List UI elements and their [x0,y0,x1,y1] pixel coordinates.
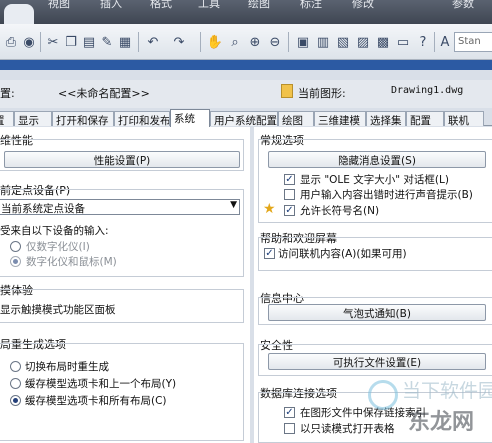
open-tables-readonly-checkbox[interactable] [284,423,295,434]
digitizer-only-label: 仅数字化仪(I) [26,241,90,253]
watermark-logo-icon [368,380,398,410]
standard-toolbar: ⎙ ◉ ✂ ❐ ▤ ✎ ▦ ↶ ↷ ✋ ⌕ ⊕ ⊖ ▣ ▥ ▧ ▨ ▩ ▭ ? … [0,24,492,60]
current-drawing-label: 当前图形: [298,87,346,100]
block-icon[interactable]: ▦ [116,33,134,51]
tab-drafting[interactable]: 绘图 [278,111,314,126]
regen-on-switch-label: 切换布局时重生成 [25,361,109,373]
digitizer-mouse-label: 数字化仪和鼠标(M) [26,256,117,268]
ole-dialog-checkbox[interactable]: ✓ [284,174,295,185]
toolbar-separator [40,32,41,52]
tab-user-preferences[interactable]: 用户系统配置 [210,111,278,126]
digitizer-mouse-radio[interactable] [10,256,21,267]
pointing-device-select[interactable]: 当前系统定点设备 ▼ [0,199,240,215]
watermark-line1: 当下软件园 [402,380,492,402]
print-icon[interactable]: ⎙ [2,33,20,51]
online-content-label: 访问联机内容(A)(如果可用) [278,248,407,260]
tab-display[interactable]: 显示 [14,111,52,126]
design-center-icon[interactable]: ▥ [314,33,332,51]
menu-parametric[interactable]: 参数 [452,0,474,11]
menu-insert[interactable]: 插入 [100,0,122,11]
toolbar-separator [200,32,201,52]
tab-3d-modeling[interactable]: 三维建模 [314,111,366,126]
long-symbol-names-checkbox[interactable]: ✓ [284,205,295,216]
menu-modify[interactable]: 修改 [352,0,374,11]
cache-model-all-label: 缓存模型选项卡和所有布局(C) [25,395,167,407]
balloon-notification-button[interactable]: 气泡式通知(B) [268,304,486,321]
pointing-device-value: 当前系统定点设备 [1,203,85,215]
copy-icon[interactable]: ❐ [62,33,80,51]
zoom-previous-icon[interactable]: ⊖ [266,33,284,51]
undo-icon[interactable]: ↶ [144,33,162,51]
text-style-combo[interactable]: Stan [454,32,492,52]
drawing-icon [281,84,293,98]
tab-open-save[interactable]: 打开和保存 [52,111,114,126]
calculator-icon[interactable]: ▭ [394,33,412,51]
profile-row: 置: <<未命名配置>> 当前图形: Drawing1.dwg [0,80,492,108]
menu-view[interactable]: 視图 [48,0,70,11]
menu-dimension[interactable]: 标注 [300,0,322,11]
options-tabs: 置 显示 打开和保存 打印和发布 系统 用户系统配置 绘图 三维建模 选择集 配… [0,109,492,127]
dialog-title-bar [0,60,492,70]
hidden-messages-button[interactable]: 隐藏消息设置(S) [268,151,486,168]
long-symbol-names-label: 允许长符号名(N) [300,205,380,217]
executable-settings-button[interactable]: 可执行文件设置(E) [268,353,486,370]
digitizer-only-radio[interactable] [10,241,21,252]
document-tab[interactable] [4,4,34,24]
menu-bar: 視图 插入 格式 工具 绘图 标注 修改 参数 [0,0,492,24]
properties-icon[interactable]: ▣ [294,33,312,51]
watermark: 当下软件园 东龙网 [368,374,492,443]
ole-dialog-label: 显示 "OLE 文字大小" 对话框(L) [300,174,449,186]
tool-palettes-icon[interactable]: ▧ [334,33,352,51]
current-drawing-value: Drawing1.dwg [391,85,464,96]
watermark-line2: 东龙网 [408,410,475,435]
pan-icon[interactable]: ✋ [206,33,224,51]
online-content-checkbox[interactable]: ✓ [264,248,275,259]
tab-profiles[interactable]: 配置 [406,111,444,126]
toolbar-separator [138,32,139,52]
touch-ribbon-option[interactable]: 显示触摸模式功能区面板 [0,302,116,317]
toolbar-separator [434,32,435,52]
cache-model-all-radio[interactable] [10,395,21,406]
tab-files[interactable]: 置 [0,111,14,126]
zoom-realtime-icon[interactable]: ⌕ [226,33,244,51]
toolbar-separator [288,32,289,52]
menu-tools[interactable]: 工具 [198,0,220,11]
input-error-beep-checkbox[interactable] [284,189,295,200]
tab-plot-publish[interactable]: 打印和发布 [114,111,170,126]
redo-icon[interactable]: ↷ [170,33,188,51]
regen-on-switch-radio[interactable] [10,361,21,372]
performance-settings-button[interactable]: 性能设置(P) [4,151,240,168]
tab-selection[interactable]: 选择集 [366,111,406,126]
plot-preview-icon[interactable]: ◉ [20,33,38,51]
chevron-down-icon: ▼ [230,200,237,210]
help-icon[interactable]: ? [414,33,432,51]
zoom-window-icon[interactable]: ⊕ [246,33,264,51]
paste-icon[interactable]: ▤ [80,33,98,51]
layout-regen-group [0,343,244,441]
tab-online[interactable]: 联机 [444,111,484,126]
star-icon: ★ [263,201,276,217]
menu-format[interactable]: 格式 [150,0,172,11]
sheet-set-icon[interactable]: ▨ [354,33,372,51]
match-properties-icon[interactable]: ✎ [98,33,116,51]
input-source-label: 受来自以下设备的输入: [0,225,109,237]
save-link-index-checkbox[interactable]: ✓ [284,407,295,418]
markup-icon[interactable]: ▩ [374,33,392,51]
cache-model-last-radio[interactable] [10,378,21,389]
tab-system[interactable]: 系统 [170,109,210,127]
left-options-panel: 维性能 性能设置(P) 前定点设备(P) 当前系统定点设备 ▼ 受来自以下设备的… [0,127,250,443]
cut-icon[interactable]: ✂ [44,33,62,51]
current-profile-value: <<未命名配置>> [58,87,150,100]
menu-draw[interactable]: 绘图 [248,0,270,11]
current-profile-label: 置: [0,87,15,100]
text-style-icon[interactable]: A [436,33,454,51]
cache-model-last-label: 缓存模型选项卡和上一个布局(Y) [25,378,177,390]
input-error-beep-label: 用户输入内容出错时进行声音提示(B) [300,189,473,201]
